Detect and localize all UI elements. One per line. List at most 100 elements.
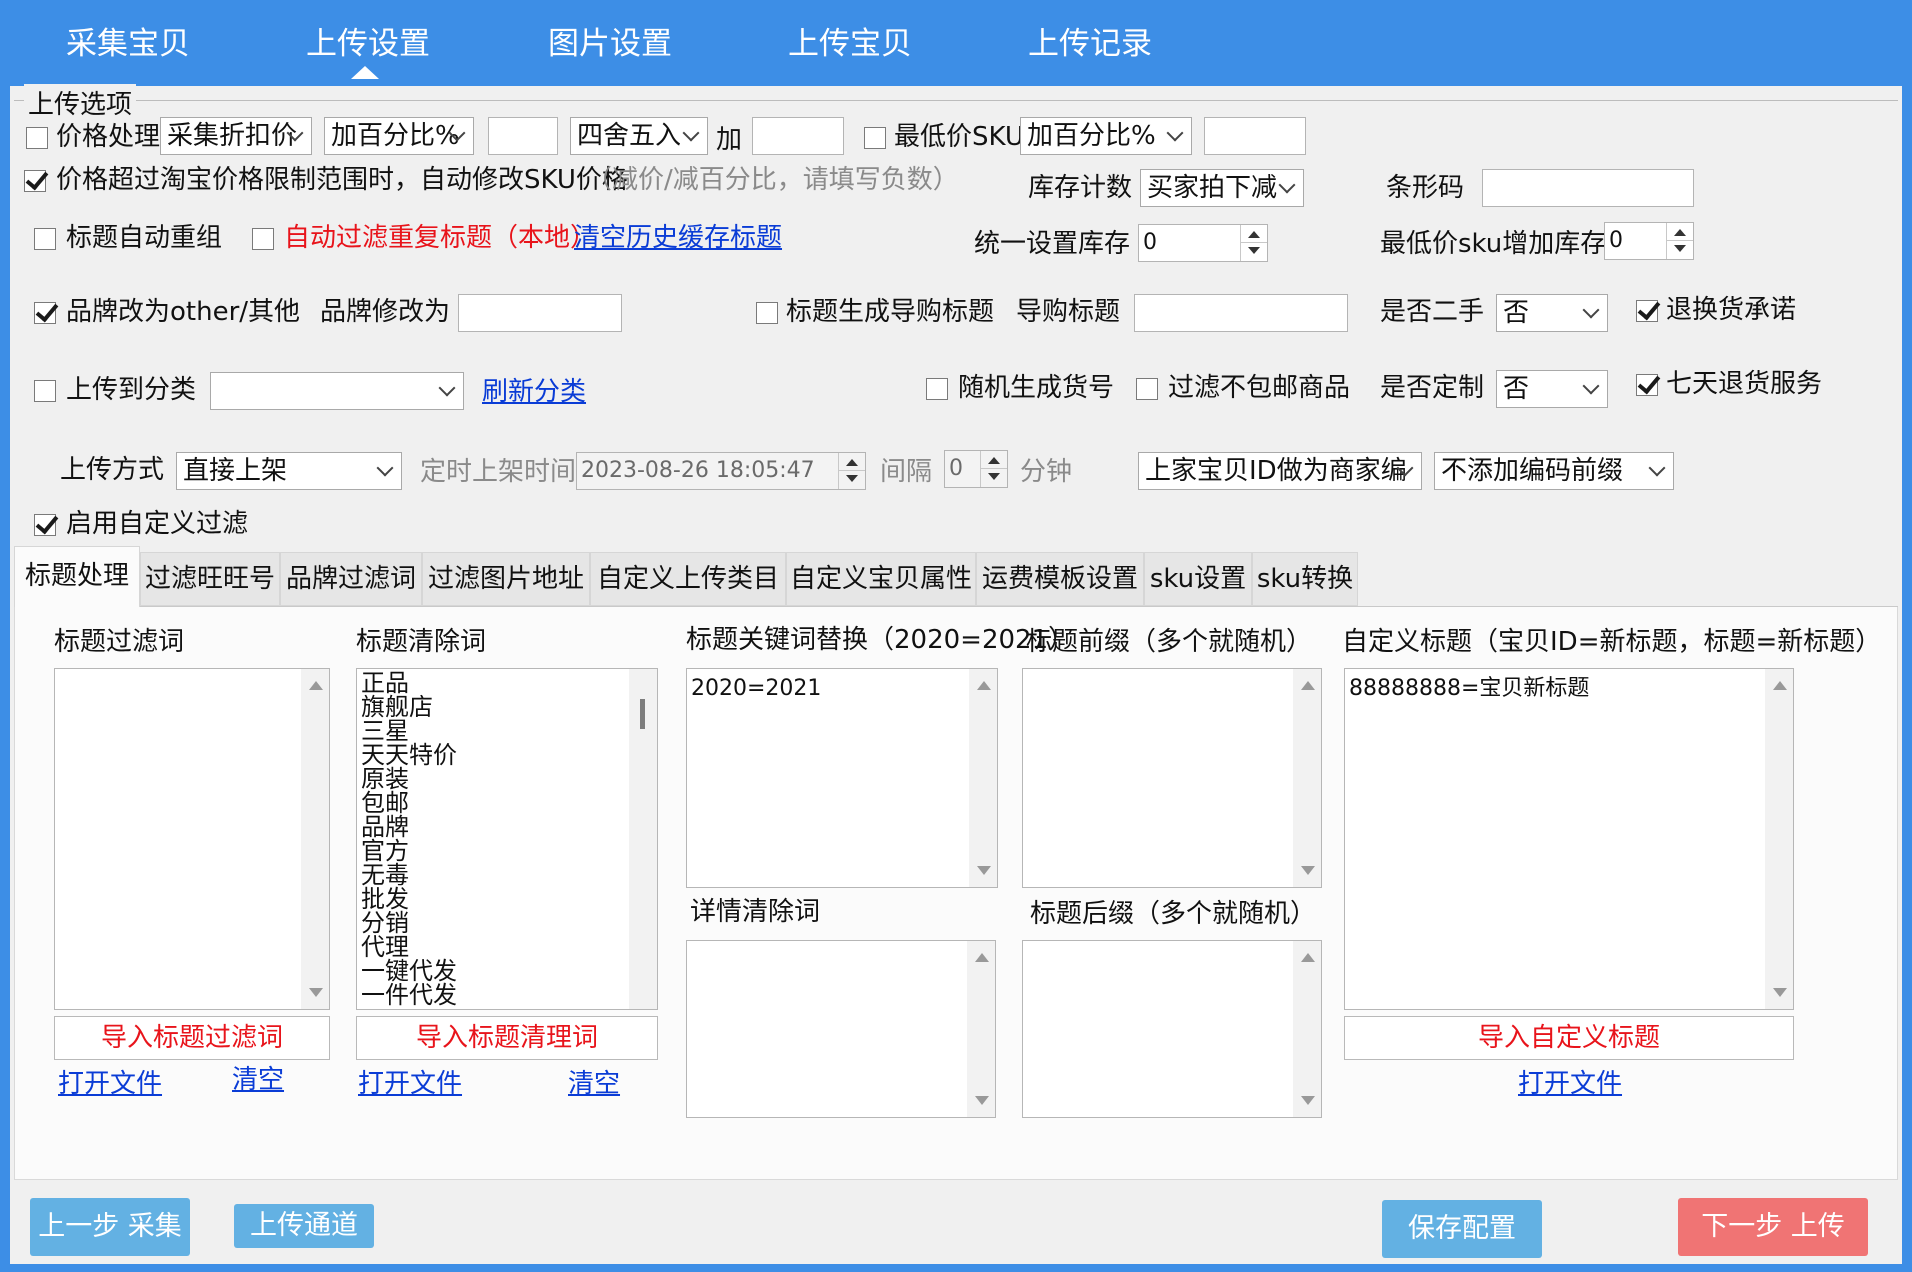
scroll-down-icon: [309, 988, 323, 997]
tab-filter-wangwang[interactable]: 过滤旺旺号: [140, 552, 280, 606]
tab-sku-convert[interactable]: sku转换: [1252, 552, 1358, 606]
upload-category-select[interactable]: [210, 372, 464, 410]
interval-spinner[interactable]: [980, 451, 1007, 487]
prev-step-button[interactable]: 上一步 采集: [30, 1198, 190, 1256]
merchant-code-select[interactable]: 上家宝贝ID做为商家编: [1138, 452, 1422, 490]
tab-shipping-template[interactable]: 运费模板设置: [976, 552, 1144, 606]
nav-tab-upload-items[interactable]: 上传宝贝: [788, 18, 912, 63]
custom-title-textarea[interactable]: 88888888=宝贝新标题: [1344, 668, 1794, 1010]
brand-other-label: 品牌改为other/其他: [66, 297, 301, 327]
barcode-input[interactable]: [1482, 169, 1694, 207]
stock-count-select[interactable]: 买家拍下减: [1140, 169, 1304, 207]
brand-other-checkbox[interactable]: [34, 302, 56, 324]
clear-words-content: 正品 旗舰店 三星 天天特价 原装 包邮 品牌 官方 无毒 批发 分销 代理 一…: [361, 669, 457, 1009]
nav-tab-upload-records[interactable]: 上传记录: [1028, 18, 1152, 63]
interval-input[interactable]: 0: [944, 450, 1008, 488]
clear-words-textarea[interactable]: 正品 旗舰店 三星 天天特价 原装 包邮 品牌 官方 无毒 批发 分销 代理 一…: [356, 668, 658, 1010]
arrow-down-icon: [1248, 247, 1260, 254]
price-mode-select[interactable]: 采集折扣价: [160, 117, 312, 155]
title-regroup-checkbox[interactable]: [34, 228, 56, 250]
suffix-textarea[interactable]: [1022, 940, 1322, 1118]
filter-no-free-ship-checkbox[interactable]: [1136, 378, 1158, 400]
chevron-down-icon: [1648, 459, 1666, 477]
chevron-down-icon: [438, 379, 456, 397]
auto-fix-price-hint: （减价/减百分比，请填写负数）: [586, 165, 959, 195]
scrollbar[interactable]: [1293, 941, 1321, 1117]
scroll-down-icon: [1301, 1096, 1315, 1105]
random-sku-no-checkbox[interactable]: [926, 378, 948, 400]
keyword-replace-textarea[interactable]: 2020=2021: [686, 668, 998, 888]
unified-stock-input[interactable]: 0: [1138, 224, 1268, 262]
scroll-up-icon: [975, 953, 989, 962]
gen-guide-title-checkbox[interactable]: [756, 302, 778, 324]
nav-tab-image-settings[interactable]: 图片设置: [548, 18, 672, 63]
tab-sku-settings[interactable]: sku设置: [1144, 552, 1252, 606]
clear-words-open-file-link[interactable]: 打开文件: [358, 1068, 462, 1100]
price-value-input[interactable]: [488, 117, 558, 155]
upload-category-label: 上传到分类: [66, 375, 197, 405]
filter-words-textarea[interactable]: [54, 668, 330, 1010]
detail-clear-textarea[interactable]: [686, 940, 996, 1118]
tab-brand-filter[interactable]: 品牌过滤词: [280, 552, 422, 606]
scrollbar[interactable]: [969, 669, 997, 887]
keyword-replace-content: 2020=2021: [691, 676, 822, 701]
scrollbar[interactable]: [1293, 669, 1321, 887]
second-hand-select[interactable]: 否: [1496, 294, 1608, 332]
custom-title-open-file-link[interactable]: 打开文件: [1518, 1068, 1622, 1100]
scrollbar[interactable]: [1765, 669, 1793, 1009]
price-method-select[interactable]: 加百分比%: [324, 117, 474, 155]
unified-stock-spinner[interactable]: [1240, 225, 1267, 261]
upload-channel-button[interactable]: 上传通道: [234, 1204, 374, 1248]
nav-tab-collect[interactable]: 采集宝贝: [66, 18, 190, 63]
interval-unit-label: 分钟: [1020, 457, 1073, 487]
code-prefix-select[interactable]: 不添加编码前缀: [1434, 452, 1674, 490]
add-value-input[interactable]: [752, 117, 844, 155]
seven-day-return-checkbox[interactable]: [1636, 374, 1658, 396]
lowest-sku-stock-input[interactable]: 0: [1604, 222, 1694, 260]
auto-fix-price-checkbox[interactable]: [24, 170, 46, 192]
scrollbar[interactable]: [967, 941, 995, 1117]
next-step-button[interactable]: 下一步 上传: [1678, 1198, 1868, 1256]
lowest-sku-stock-value: 0: [1609, 228, 1623, 253]
clear-cache-title-link[interactable]: 清空历史缓存标题: [574, 222, 782, 254]
scheduled-time-spinner[interactable]: [838, 453, 865, 489]
upload-method-label: 上传方式: [60, 455, 165, 485]
scrollbar[interactable]: [629, 669, 657, 1009]
price-round-select[interactable]: 四舍五入: [570, 117, 708, 155]
return-promise-checkbox[interactable]: [1636, 300, 1658, 322]
lowest-sku-checkbox[interactable]: [864, 127, 886, 149]
custom-filter-checkbox[interactable]: [34, 514, 56, 536]
tab-custom-attributes[interactable]: 自定义宝贝属性: [786, 552, 976, 606]
tab-title-process[interactable]: 标题处理: [14, 546, 140, 607]
lowest-sku-method-value: 加百分比%: [1027, 121, 1156, 151]
import-filter-words-button[interactable]: 导入标题过滤词: [54, 1016, 330, 1060]
clear-words-clear-link[interactable]: 清空: [568, 1068, 620, 1100]
import-clear-words-button[interactable]: 导入标题清理词: [356, 1016, 658, 1060]
detail-clear-label: 详情清除词: [690, 897, 821, 927]
scrollbar[interactable]: [301, 669, 329, 1009]
lowest-sku-stock-spinner[interactable]: [1666, 223, 1693, 259]
arrow-up-icon: [1248, 231, 1260, 238]
refresh-category-link[interactable]: 刷新分类: [482, 376, 586, 408]
tab-custom-category[interactable]: 自定义上传类目: [590, 552, 786, 606]
guide-title-label: 导购标题: [1016, 297, 1121, 327]
import-custom-title-button[interactable]: 导入自定义标题: [1344, 1016, 1794, 1060]
price-process-checkbox[interactable]: [26, 127, 48, 149]
filter-words-clear-link[interactable]: 清空: [232, 1064, 284, 1096]
guide-title-input[interactable]: [1134, 294, 1348, 332]
prefix-textarea[interactable]: [1022, 668, 1322, 888]
lowest-sku-value-input[interactable]: [1204, 117, 1306, 155]
upload-method-select[interactable]: 直接上架: [176, 452, 402, 490]
brand-modify-input[interactable]: [458, 294, 622, 332]
customized-select[interactable]: 否: [1496, 370, 1608, 408]
filter-dup-title-checkbox[interactable]: [252, 228, 274, 250]
tab-filter-image-url[interactable]: 过滤图片地址: [422, 552, 590, 606]
scheduled-time-input[interactable]: 2023-08-26 18:05:47: [576, 452, 866, 490]
interval-label: 间隔: [880, 457, 933, 487]
upload-category-checkbox[interactable]: [34, 380, 56, 402]
nav-tab-upload-settings[interactable]: 上传设置: [306, 18, 430, 63]
lowest-sku-method-select[interactable]: 加百分比%: [1020, 117, 1192, 155]
save-config-button[interactable]: 保存配置: [1382, 1200, 1542, 1258]
scroll-thumb[interactable]: [640, 699, 645, 729]
filter-words-open-file-link[interactable]: 打开文件: [58, 1068, 162, 1100]
